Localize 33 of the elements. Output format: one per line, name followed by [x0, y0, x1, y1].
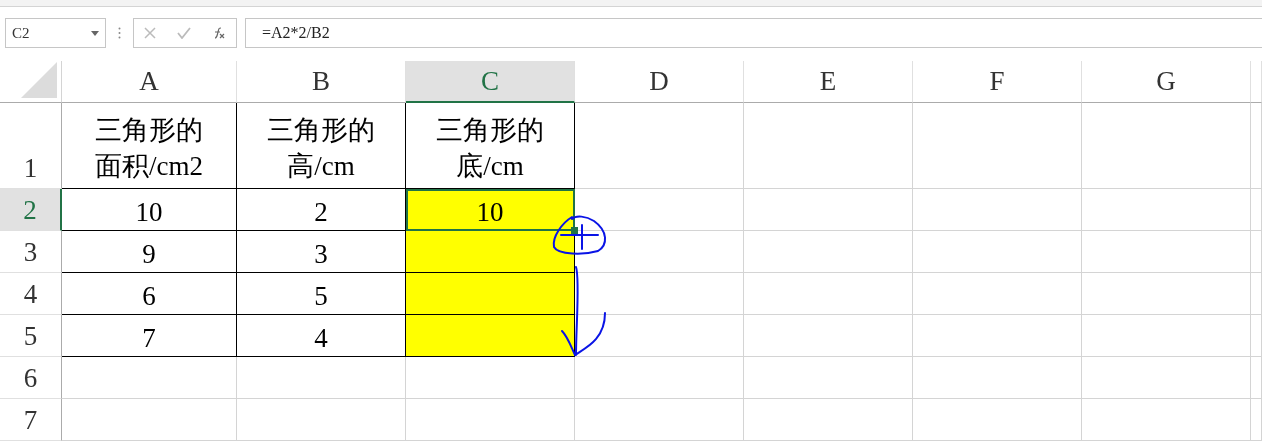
column-header[interactable]: G — [1082, 61, 1251, 103]
table-cell — [1251, 357, 1262, 399]
check-icon[interactable] — [177, 27, 191, 39]
table-cell — [1251, 231, 1262, 273]
table-cell: 三角形的面积/cm2 — [62, 103, 237, 189]
fill-handle[interactable] — [571, 227, 578, 234]
table-cell — [1251, 189, 1262, 231]
cancel-icon[interactable] — [144, 27, 157, 39]
caret-icon — [91, 30, 99, 36]
table-cell: 7 — [62, 315, 237, 357]
formula-field[interactable]: =A2*2/B2 — [245, 18, 1262, 48]
table-cell: 6 — [62, 273, 237, 315]
column-header[interactable]: F — [913, 61, 1082, 103]
select-all-icon[interactable] — [21, 62, 57, 98]
table-cell — [1251, 273, 1262, 315]
row-header[interactable]: 2 — [0, 189, 62, 231]
dots-icon — [118, 27, 121, 39]
table-cell: 10 — [62, 189, 237, 231]
row-header[interactable]: 7 — [0, 399, 62, 441]
column-header[interactable]: A — [62, 61, 237, 103]
row-header[interactable]: 3 — [0, 231, 62, 273]
table-cell — [1251, 399, 1262, 441]
table-cell: 10 — [406, 189, 575, 231]
name-box[interactable]: C2 — [5, 18, 106, 48]
row-header[interactable]: 4 — [0, 273, 62, 315]
table-cell: 9 — [62, 231, 237, 273]
column-header[interactable]: D — [575, 61, 744, 103]
table-cell: 三角形的高/cm — [237, 103, 406, 189]
table-cell — [1251, 315, 1262, 357]
row-header[interactable]: 6 — [0, 357, 62, 399]
row-header[interactable]: 5 — [0, 315, 62, 357]
column-header[interactable]: C — [406, 61, 575, 103]
column-header[interactable]: E — [744, 61, 913, 103]
